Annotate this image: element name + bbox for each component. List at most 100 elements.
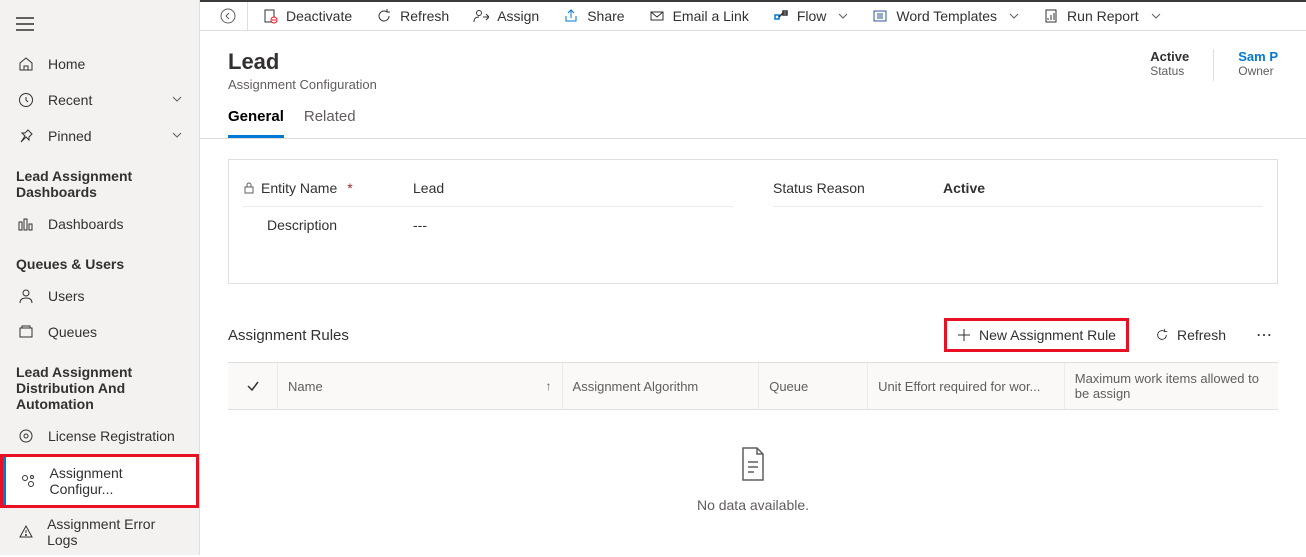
cmd-refresh-label: Refresh: [400, 8, 449, 24]
nav-error-logs-label: Assignment Error Logs: [47, 516, 183, 548]
status-reason-value: Active: [943, 180, 985, 196]
chevron-down-icon: [838, 8, 848, 24]
grid-header: Name ↑ Assignment Algorithm Queue Unit E…: [228, 362, 1278, 410]
nav-home[interactable]: Home: [0, 46, 199, 82]
nav-group-automation: Lead Assignment Distribution And Automat…: [0, 350, 199, 418]
nav-users[interactable]: Users: [0, 278, 199, 314]
cmd-deactivate-label: Deactivate: [286, 8, 352, 24]
report-icon: [1043, 8, 1059, 24]
nav-license-registration[interactable]: License Registration: [0, 418, 199, 454]
cmd-word-label: Word Templates: [896, 8, 997, 24]
command-bar: Deactivate Refresh Assign Share Email a …: [200, 0, 1306, 31]
cmd-share-label: Share: [587, 8, 624, 24]
chevron-down-icon: [1009, 8, 1019, 24]
cmd-deactivate[interactable]: Deactivate: [252, 2, 362, 30]
new-assignment-rule-button[interactable]: New Assignment Rule: [944, 318, 1129, 352]
back-button[interactable]: [208, 2, 248, 30]
tab-related[interactable]: Related: [304, 108, 356, 138]
document-icon: [739, 446, 767, 482]
main-content: Deactivate Refresh Assign Share Email a …: [200, 0, 1306, 555]
nav-pinned-label: Pinned: [48, 128, 92, 144]
tab-general[interactable]: General: [228, 108, 284, 138]
nav-group-queues-users: Queues & Users: [0, 242, 199, 278]
grid-empty-state: No data available.: [228, 410, 1278, 549]
field-status-reason[interactable]: Status Reason Active: [773, 170, 1263, 207]
cmd-flow-label: Flow: [797, 8, 827, 24]
empty-message: No data available.: [228, 497, 1278, 513]
nav-pinned[interactable]: Pinned: [0, 118, 199, 154]
cmd-share[interactable]: Share: [553, 2, 634, 30]
check-icon: [246, 379, 260, 393]
lock-icon: [243, 182, 255, 194]
flow-icon: [773, 8, 789, 24]
entity-name-value: Lead: [413, 180, 444, 196]
status-field: Active Status: [1150, 49, 1189, 81]
header-divider: [1213, 49, 1214, 81]
cmd-refresh[interactable]: Refresh: [366, 2, 459, 30]
nav-group-dashboards: Lead Assignment Dashboards: [0, 154, 199, 206]
cmd-assign-label: Assign: [497, 8, 539, 24]
cmd-assign[interactable]: Assign: [463, 2, 549, 30]
form-area: Entity Name * Lead Description ---: [200, 139, 1306, 304]
refresh-icon: [376, 8, 392, 24]
grid-col-queue-label: Queue: [769, 379, 808, 394]
nav-home-label: Home: [48, 56, 85, 72]
nav-dashboards[interactable]: Dashboards: [0, 206, 199, 242]
assignment-rules-grid: Name ↑ Assignment Algorithm Queue Unit E…: [228, 362, 1278, 549]
hamburger-menu-button[interactable]: [0, 5, 199, 46]
more-actions-button[interactable]: ⋯: [1252, 321, 1278, 349]
chevron-down-icon: [1151, 8, 1161, 24]
grid-col-effort[interactable]: Unit Effort required for wor...: [868, 363, 1065, 409]
refresh-icon: [1155, 328, 1169, 342]
word-icon: [872, 8, 888, 24]
nav-dashboards-label: Dashboards: [48, 216, 124, 232]
nav-license-label: License Registration: [48, 428, 175, 444]
grid-col-queue[interactable]: Queue: [759, 363, 868, 409]
new-assignment-rule-label: New Assignment Rule: [979, 327, 1116, 343]
nav-queues[interactable]: Queues: [0, 314, 199, 350]
refresh-rules-label: Refresh: [1177, 327, 1226, 343]
entity-name-label: Entity Name: [261, 180, 337, 196]
license-icon: [16, 426, 36, 446]
page-subtitle: Assignment Configuration: [228, 77, 377, 92]
nav-assignment-config-label: Assignment Configur...: [50, 465, 180, 497]
owner-value: Sam P: [1238, 49, 1278, 64]
home-icon: [16, 54, 36, 74]
field-entity-name[interactable]: Entity Name * Lead: [243, 170, 733, 207]
cmd-email-label: Email a Link: [673, 8, 749, 24]
clock-icon: [16, 90, 36, 110]
hamburger-icon: [16, 17, 34, 31]
nav-users-label: Users: [48, 288, 85, 304]
nav-assignment-configuration[interactable]: Assignment Configur...: [0, 454, 199, 508]
chevron-down-icon: [171, 128, 183, 144]
email-icon: [649, 8, 665, 24]
nav-recent-label: Recent: [48, 92, 92, 108]
nav-recent[interactable]: Recent: [0, 82, 199, 118]
required-indicator: *: [347, 180, 352, 196]
cmd-run-report[interactable]: Run Report: [1033, 2, 1171, 30]
description-value: ---: [413, 217, 427, 233]
nav-assignment-error-logs[interactable]: Assignment Error Logs: [0, 508, 199, 556]
owner-label: Owner: [1238, 64, 1278, 78]
grid-col-name-label: Name: [288, 379, 323, 394]
grid-col-algorithm[interactable]: Assignment Algorithm: [563, 363, 760, 409]
cmd-word-templates[interactable]: Word Templates: [862, 2, 1029, 30]
assignment-rules-title: Assignment Rules: [228, 327, 349, 344]
refresh-rules-button[interactable]: Refresh: [1145, 321, 1236, 349]
errorlog-icon: [16, 522, 35, 542]
grid-col-max[interactable]: Maximum work items allowed to be assign: [1065, 363, 1278, 409]
status-label: Status: [1150, 64, 1189, 78]
chevron-down-icon: [171, 92, 183, 108]
cmd-report-label: Run Report: [1067, 8, 1139, 24]
share-icon: [563, 8, 579, 24]
owner-field[interactable]: Sam P Owner: [1238, 49, 1278, 81]
back-circle-icon: [219, 7, 237, 25]
grid-col-name[interactable]: Name ↑: [278, 363, 563, 409]
status-value: Active: [1150, 49, 1189, 64]
cmd-email-link[interactable]: Email a Link: [639, 2, 759, 30]
grid-col-select[interactable]: [228, 363, 278, 409]
assignment-rules-section: Assignment Rules New Assignment Rule Ref…: [200, 304, 1306, 557]
assign-icon: [473, 8, 489, 24]
field-description[interactable]: Description ---: [243, 207, 733, 243]
cmd-flow[interactable]: Flow: [763, 2, 859, 30]
